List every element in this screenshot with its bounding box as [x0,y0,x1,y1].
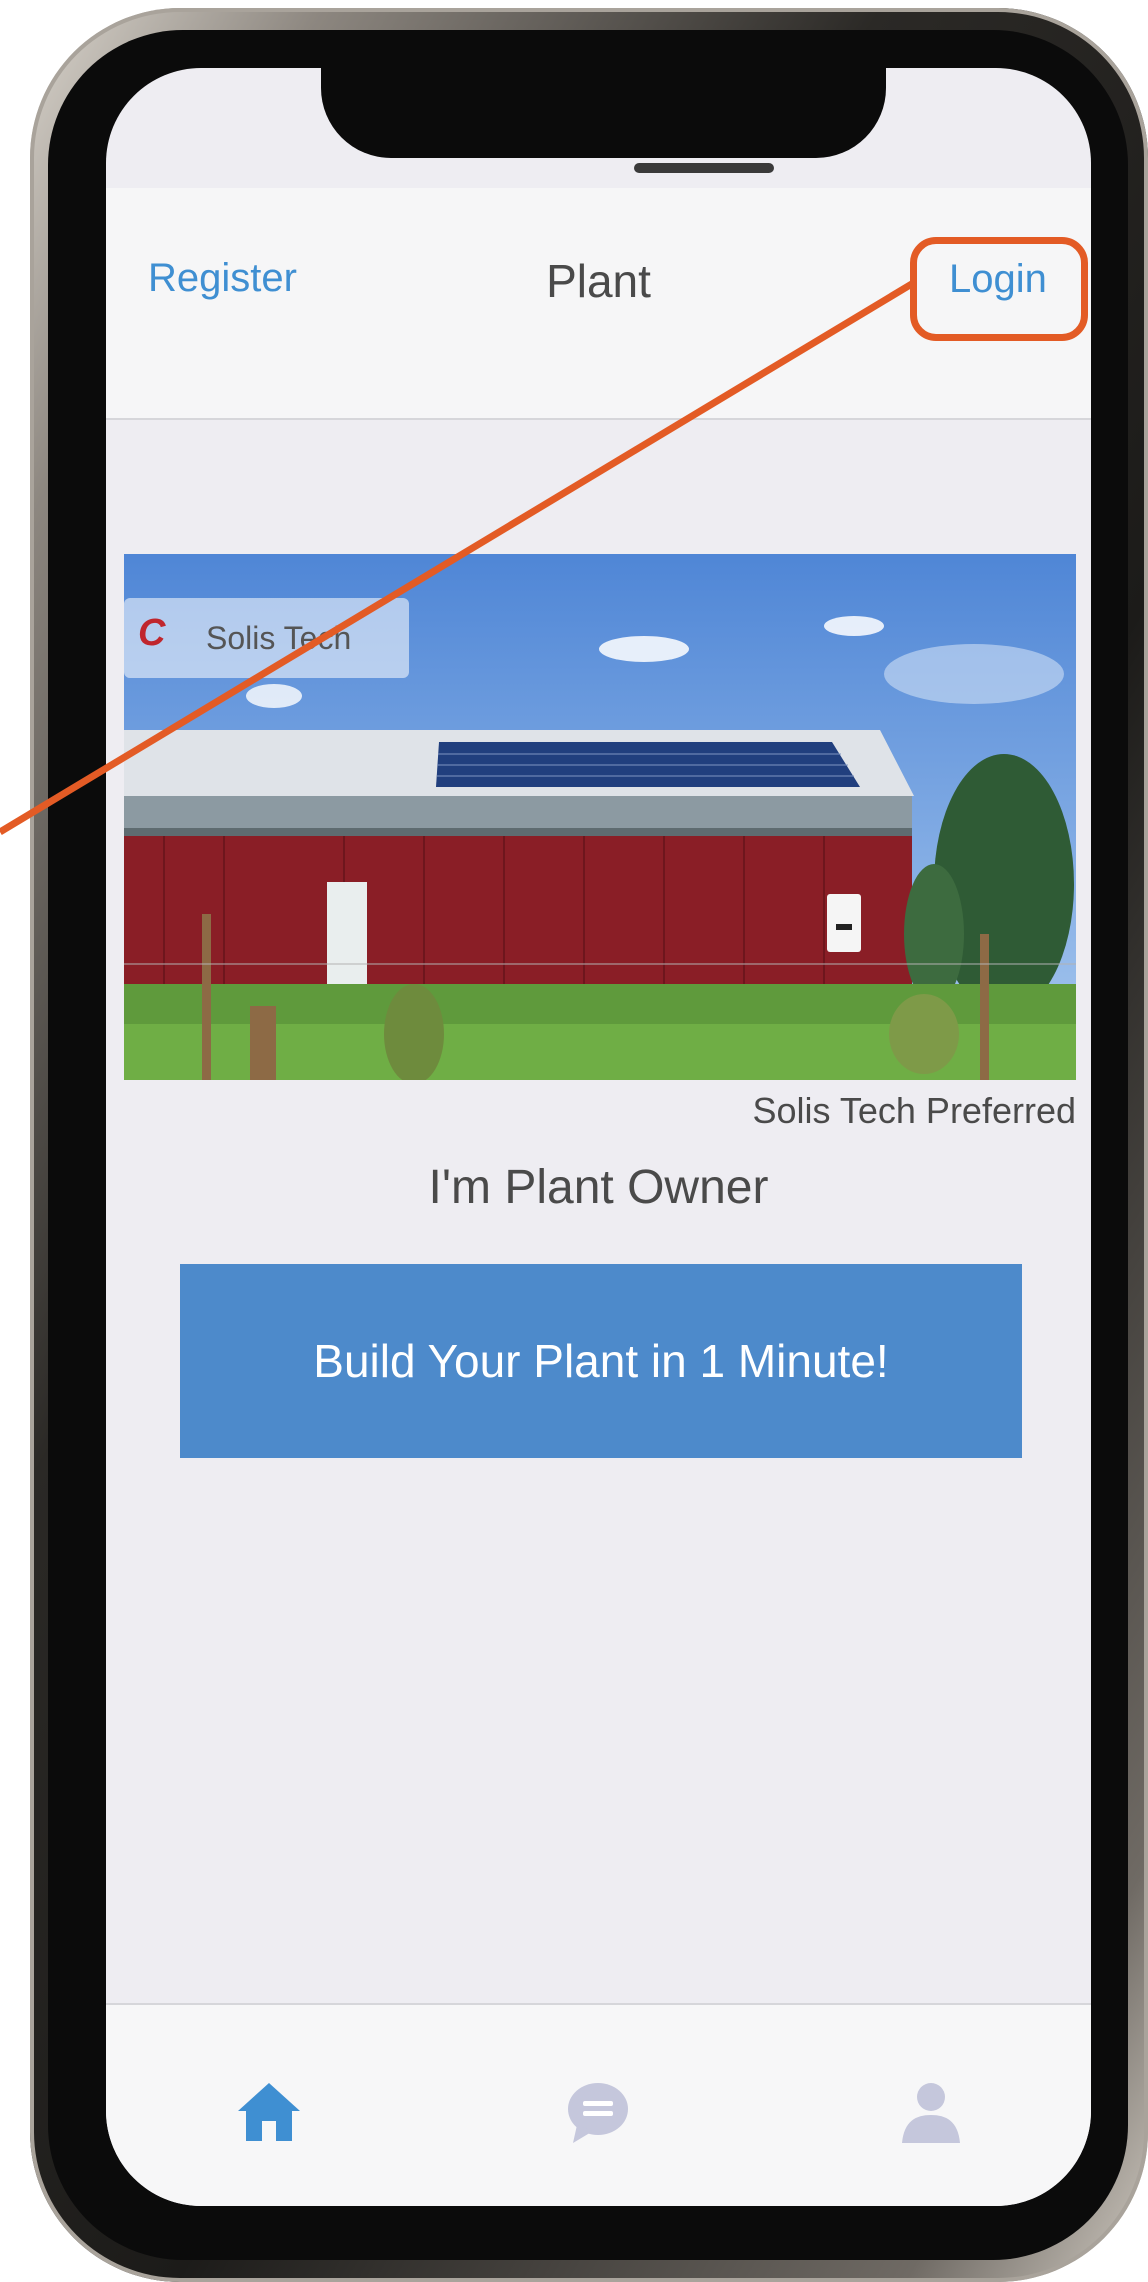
logo-text: Solis Tech [206,620,352,656]
app-screen: Register Plant Login C Solis Tech Solis … [106,68,1091,2206]
build-plant-button[interactable]: Build Your Plant in 1 Minute! [180,1264,1022,1458]
banner-caption: Solis Tech Preferred [752,1090,1077,1131]
banner-image: C Solis Tech [124,554,1076,1080]
speaker-grille [634,163,774,173]
login-callout-highlight [910,237,1088,341]
user-icon [902,2083,960,2143]
plant-owner-heading: I'm Plant Owner [428,1161,769,1214]
solis-tech-logo-badge: C Solis Tech [124,598,409,678]
home-icon [238,2083,300,2141]
chat-bubble-icon [568,2083,628,2143]
bottom-tab-bar [106,2003,1091,2206]
tab-home[interactable] [234,2077,304,2147]
phone-notch [321,68,886,158]
tab-messages[interactable] [563,2077,633,2147]
tab-profile[interactable] [896,2077,966,2147]
solis-logo-mark: C [138,612,166,654]
